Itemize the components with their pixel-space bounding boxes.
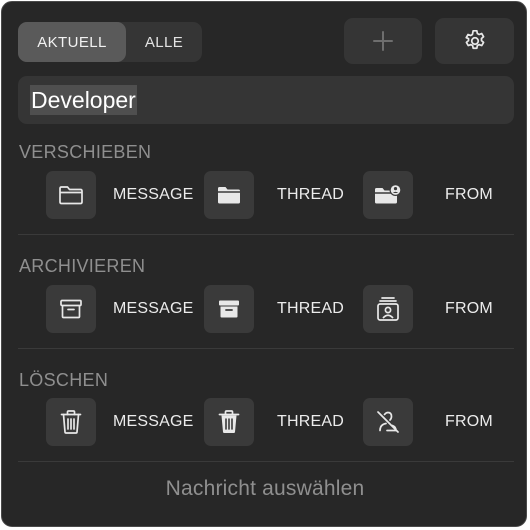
move-thread-button[interactable] — [204, 171, 254, 219]
section-title-loeschen: LÖSCHEN — [19, 370, 109, 390]
move-message-label: MESSAGE — [113, 186, 194, 203]
move-from-label: FROM — [445, 186, 493, 203]
section-divider — [18, 234, 514, 235]
archive-from-button[interactable] — [363, 285, 413, 333]
archive-actions-row: MESSAGE THREAD FROM — [2, 285, 526, 335]
move-message-button[interactable] — [46, 171, 96, 219]
archive-from-label: FROM — [445, 300, 493, 317]
delete-thread-button[interactable] — [204, 398, 254, 446]
person-slash-icon — [377, 411, 399, 433]
archive-outline-icon — [60, 299, 82, 319]
search-input[interactable]: Developer — [18, 76, 514, 124]
trash-filled-icon — [218, 410, 240, 433]
delete-message-button[interactable] — [46, 398, 96, 446]
section-title-verschieben: VERSCHIEBEN — [19, 142, 152, 162]
archive-message-label: MESSAGE — [113, 300, 194, 317]
section-divider — [18, 461, 514, 462]
delete-from-label: FROM — [445, 413, 493, 430]
plus-icon — [373, 31, 393, 51]
archive-filled-icon — [219, 300, 239, 318]
tab-aktuell[interactable]: AKTUELL — [18, 22, 126, 62]
contact-card-icon — [377, 297, 399, 321]
delete-message-label: MESSAGE — [113, 413, 194, 430]
tab-alle[interactable]: ALLE — [126, 22, 202, 62]
delete-actions-row: MESSAGE THREAD FROM — [2, 398, 526, 448]
archive-thread-button[interactable] — [204, 285, 254, 333]
delete-thread-label: THREAD — [277, 413, 344, 430]
add-button[interactable] — [344, 18, 422, 64]
scope-segmented-control: AKTUELL ALLE — [18, 22, 202, 62]
gear-icon — [464, 29, 484, 50]
folder-outline-icon — [59, 186, 83, 205]
trash-outline-icon — [60, 410, 82, 434]
move-thread-label: THREAD — [277, 186, 344, 203]
search-input-value: Developer — [30, 85, 137, 115]
delete-from-button[interactable] — [363, 398, 413, 446]
section-title-archivieren: ARCHIVIEREN — [19, 256, 146, 276]
status-text: Nachricht auswählen — [165, 477, 365, 500]
settings-button[interactable] — [435, 18, 514, 64]
mail-action-panel: AKTUELL ALLE Developer VERSCHIEBEN MESSA… — [1, 1, 527, 527]
folder-filled-icon — [218, 187, 240, 204]
archive-thread-label: THREAD — [277, 300, 344, 317]
folder-person-icon — [375, 184, 402, 204]
archive-message-button[interactable] — [46, 285, 96, 333]
section-divider — [18, 348, 514, 349]
move-actions-row: MESSAGE THREAD FROM — [2, 171, 526, 221]
move-from-button[interactable] — [363, 171, 413, 219]
